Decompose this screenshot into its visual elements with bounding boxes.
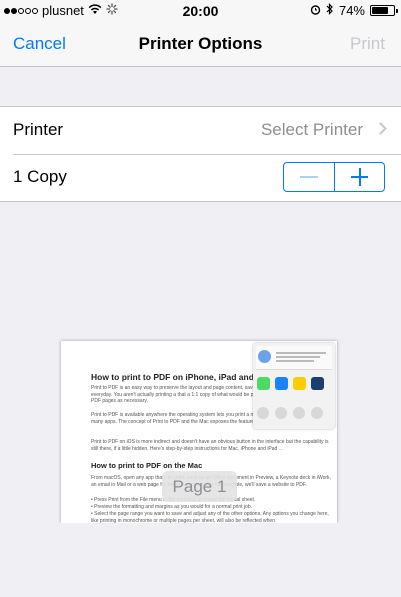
decrement-button[interactable] [284, 163, 334, 191]
print-options-screen: plusnet 20:00 74% Cancel Printer Options… [0, 0, 401, 597]
embedded-share-sheet-image [253, 343, 335, 429]
background-area [0, 523, 401, 597]
action-icon [293, 407, 305, 419]
page-number-badge: Page 1 [162, 471, 237, 502]
notes-icon [293, 377, 306, 390]
status-right: 74% [310, 3, 398, 18]
navigation-bar: Cancel Printer Options Print [0, 22, 401, 67]
battery-icon [370, 5, 398, 16]
printer-value: Select Printer [260, 120, 363, 139]
preview-bullet: • Preview the formatting and margins as … [91, 504, 252, 510]
minus-icon [300, 176, 318, 178]
action-icon [257, 407, 269, 419]
copies-stepper [283, 162, 385, 192]
status-bar: plusnet 20:00 74% [0, 0, 401, 22]
cancel-button[interactable]: Cancel [13, 34, 66, 54]
chevron-right-icon [374, 122, 387, 135]
preview-paragraph: Print to PDF on iOS is more indirect and… [91, 439, 329, 452]
options-list: Printer Select Printer 1 Copy [0, 106, 401, 202]
increment-button[interactable] [333, 163, 385, 191]
app-icon [311, 377, 324, 390]
printer-label: Printer [13, 120, 64, 139]
more-icon [311, 407, 323, 419]
mail-icon [275, 377, 288, 390]
messages-icon [257, 377, 270, 390]
alarm-icon [310, 3, 321, 18]
action-icon [275, 407, 287, 419]
preview-bullet: • Select the page range you want to save… [91, 511, 329, 523]
airdrop-icon [258, 350, 271, 363]
battery-percent: 74% [338, 3, 365, 18]
copies-label: 1 Copy [13, 167, 67, 186]
copies-row: 1 Copy [0, 154, 401, 201]
preview-heading: How to print to PDF on the Mac [91, 461, 203, 470]
preview-title: How to print to PDF on iPhone, iPad and … [91, 372, 264, 382]
printer-row[interactable]: Printer Select Printer [0, 107, 401, 154]
bluetooth-icon [326, 3, 334, 18]
print-button[interactable]: Print [350, 34, 385, 54]
